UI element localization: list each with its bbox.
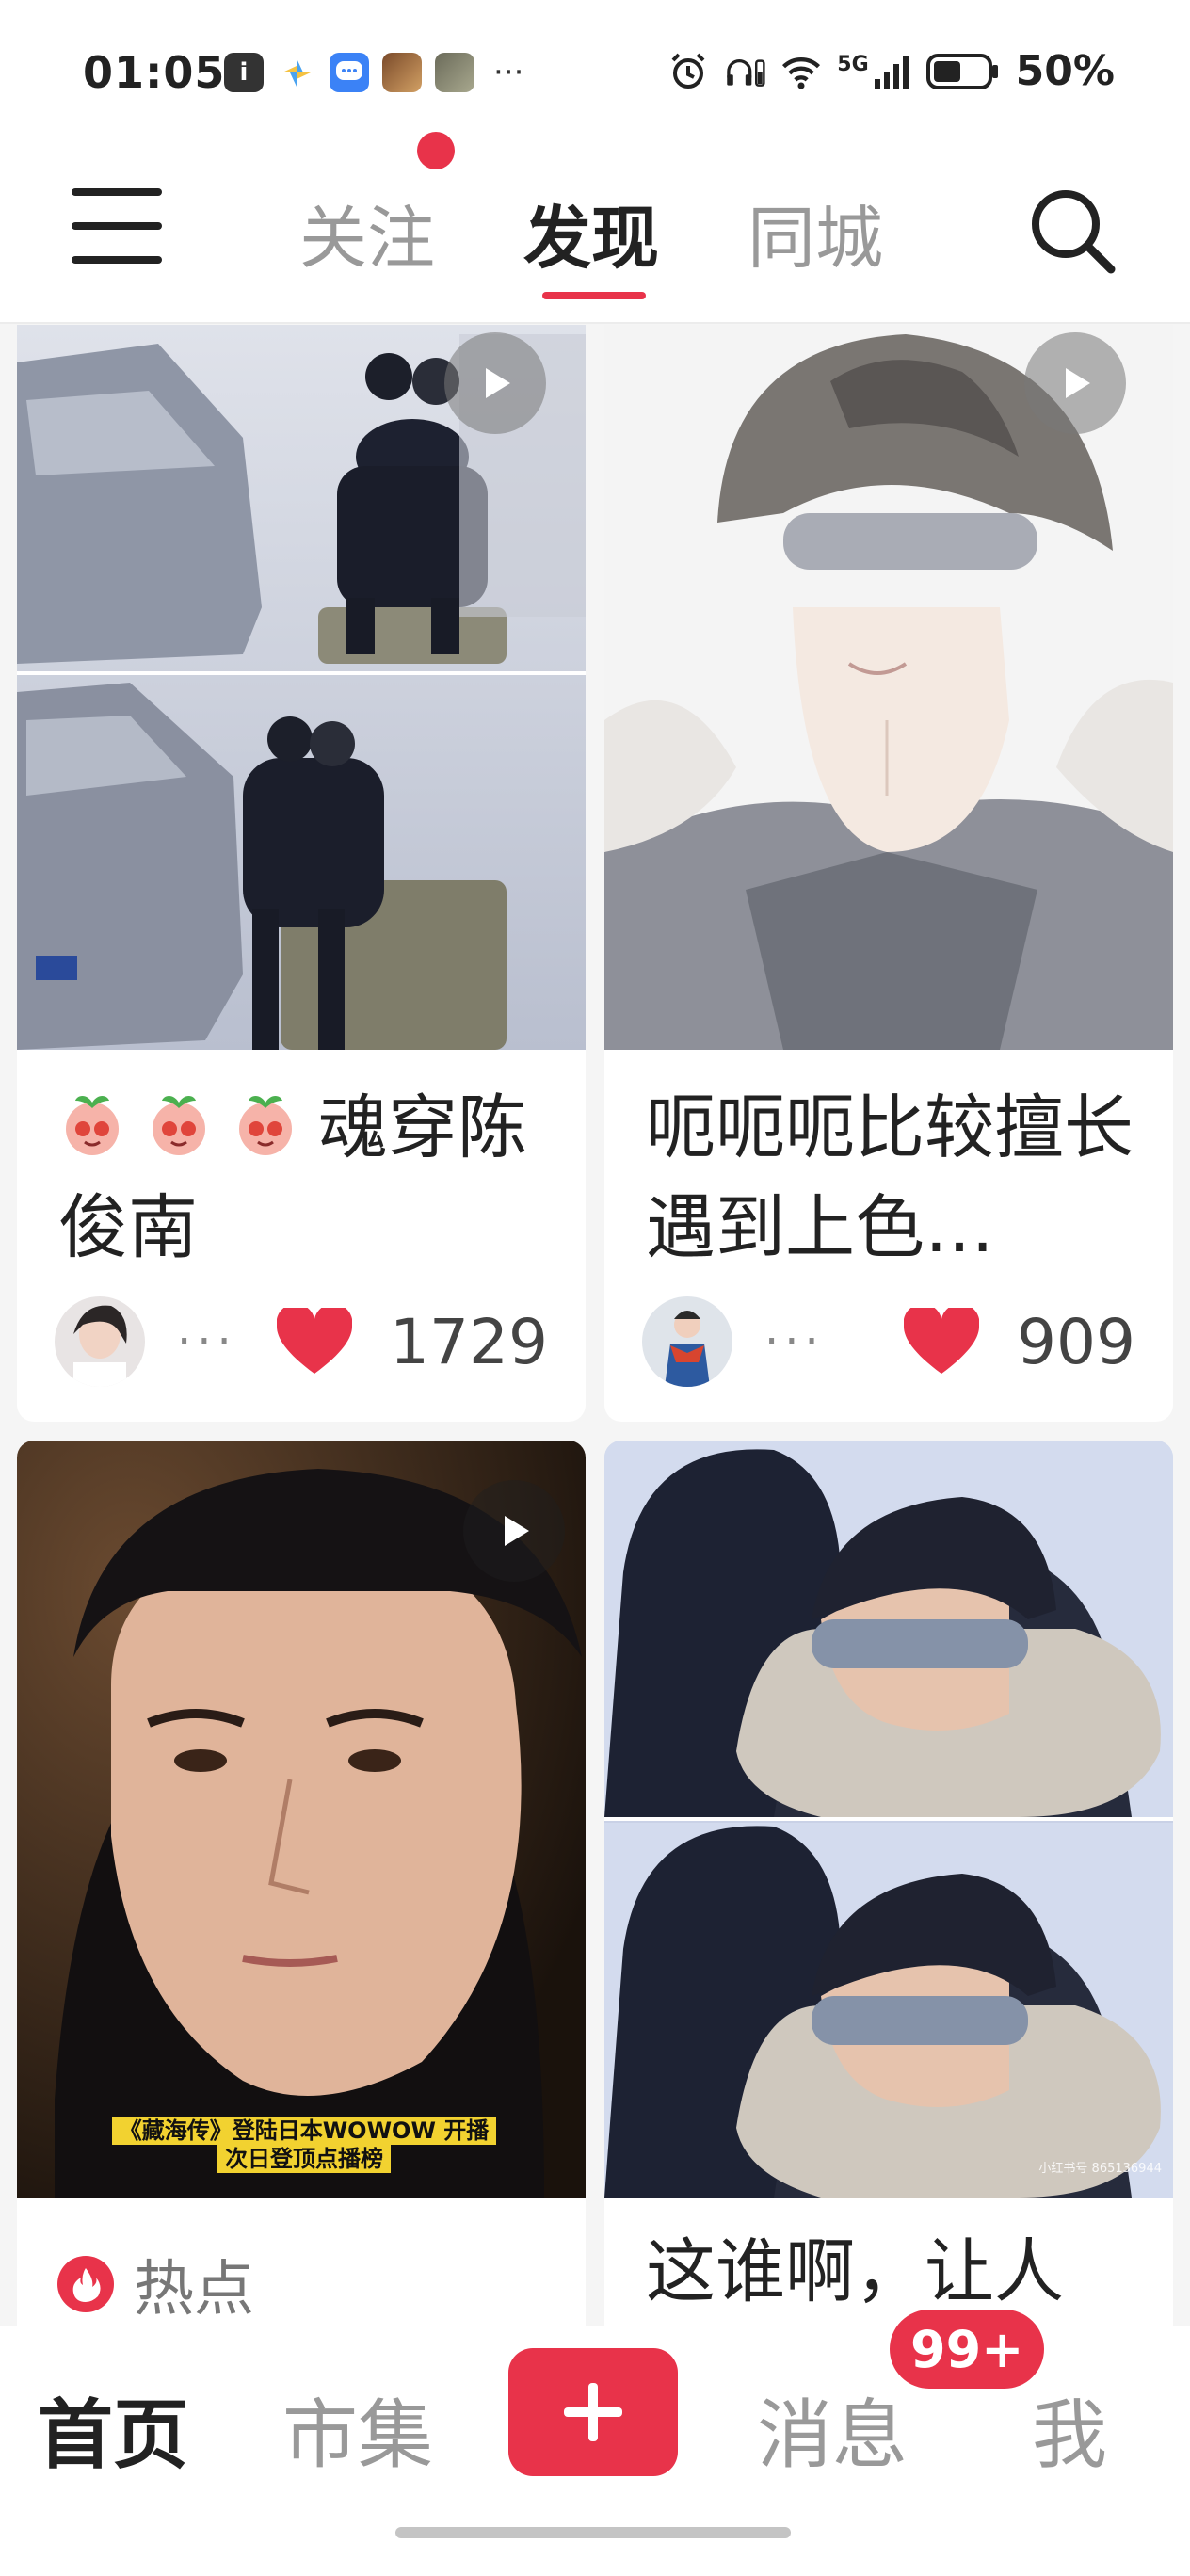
search-icon[interactable] bbox=[1026, 185, 1117, 275]
like-count: 1729 bbox=[390, 1305, 548, 1378]
status-bar: 01:05 i ··· 5G 50% bbox=[0, 0, 1190, 151]
menu-icon[interactable] bbox=[72, 188, 162, 264]
peach-emoji-icon bbox=[66, 1096, 119, 1155]
card-thumbnail[interactable]: 《藏海传》登陆日本WOWOW 开播 次日登顶点播榜 bbox=[17, 1441, 586, 2198]
card-title: 这谁啊，让人 bbox=[646, 2231, 1064, 2312]
system-status: 5G 50% bbox=[667, 47, 1115, 95]
card-title: 呃呃呃比较擅长遇到上色… bbox=[646, 1087, 1134, 1268]
feed-card-3[interactable]: 《藏海传》登陆日本WOWOW 开播 次日登顶点播榜 热点 bbox=[17, 1441, 586, 2326]
tab-discover[interactable]: 发现 bbox=[523, 183, 659, 282]
author-name[interactable]: ··· bbox=[177, 1315, 237, 1368]
play-icon[interactable] bbox=[1024, 332, 1126, 434]
pinwheel-notification-icon bbox=[277, 53, 316, 92]
watermark: 小红书号 865136944 bbox=[1038, 2162, 1162, 2176]
card-thumbnail[interactable] bbox=[604, 325, 1173, 1050]
peach-emoji-icon bbox=[239, 1096, 292, 1155]
chat-notification-icon bbox=[330, 53, 369, 92]
like-button[interactable]: 1729 bbox=[277, 1306, 548, 1378]
play-icon[interactable] bbox=[444, 332, 546, 434]
avatar[interactable] bbox=[55, 1296, 145, 1387]
tab-following[interactable]: 关注 bbox=[299, 183, 435, 282]
battery-percentage: 50% bbox=[1015, 47, 1115, 95]
wifi-icon bbox=[780, 51, 822, 92]
card-title: 魂穿陈俊南 bbox=[58, 1087, 527, 1268]
battery-icon bbox=[925, 51, 1001, 92]
heart-icon[interactable] bbox=[904, 1308, 980, 1376]
hot-tag[interactable]: 热点 bbox=[56, 2241, 254, 2326]
messages-badge: 99+ bbox=[885, 2305, 1050, 2393]
fire-icon bbox=[57, 2256, 114, 2312]
video-caption: 《藏海传》登陆日本WOWOW 开播 次日登顶点播榜 bbox=[102, 2117, 507, 2173]
avatar[interactable] bbox=[642, 1296, 732, 1387]
feed-card-2[interactable]: 呃呃呃比较擅长遇到上色… ··· 909 bbox=[604, 325, 1173, 1422]
card-meta: ··· 1729 bbox=[55, 1295, 548, 1389]
peach-emoji-icon bbox=[153, 1096, 205, 1155]
nav-market[interactable]: 市集 bbox=[282, 2375, 433, 2484]
nav-home[interactable]: 首页 bbox=[38, 2375, 188, 2484]
more-notifications-indicator: ··· bbox=[493, 54, 524, 91]
notification-icons: i ··· bbox=[224, 53, 523, 92]
headphones-battery-icon bbox=[724, 51, 765, 92]
cellular-signal-icon: 5G bbox=[837, 53, 909, 90]
card-thumbnail[interactable] bbox=[17, 325, 586, 1050]
nav-me[interactable]: 我 bbox=[1032, 2375, 1107, 2484]
nav-messages[interactable]: 消息 bbox=[757, 2375, 908, 2484]
new-content-dot bbox=[417, 132, 455, 169]
like-button[interactable]: 909 bbox=[904, 1306, 1135, 1378]
feed-card-4[interactable]: 小红书号 865136944 这谁啊，让人 bbox=[604, 1441, 1173, 2326]
author-name[interactable]: ··· bbox=[764, 1315, 825, 1368]
home-indicator[interactable] bbox=[395, 2527, 791, 2538]
heart-icon[interactable] bbox=[277, 1308, 353, 1376]
active-tab-indicator bbox=[542, 292, 646, 299]
photo-notification-icon bbox=[382, 53, 422, 92]
play-icon[interactable] bbox=[463, 1480, 565, 1582]
alarm-icon bbox=[667, 51, 709, 92]
top-navigation: 关注 发现 同城 bbox=[0, 132, 1190, 324]
status-time: 01:05 bbox=[83, 47, 226, 98]
bottom-navigation: 首页 市集 消息 99+ 我 bbox=[0, 2305, 1190, 2576]
create-post-button[interactable] bbox=[508, 2348, 678, 2476]
card-meta: ··· 909 bbox=[642, 1295, 1135, 1389]
card-thumbnail[interactable]: 小红书号 865136944 bbox=[604, 1441, 1173, 2198]
feed-card-1[interactable]: 魂穿陈俊南 ··· 1729 bbox=[17, 325, 586, 1422]
train-notification-icon bbox=[435, 53, 474, 92]
tab-nearby[interactable]: 同城 bbox=[748, 183, 883, 282]
like-count: 909 bbox=[1017, 1305, 1135, 1378]
plus-icon bbox=[564, 2383, 622, 2441]
info-notification-icon: i bbox=[224, 53, 264, 92]
